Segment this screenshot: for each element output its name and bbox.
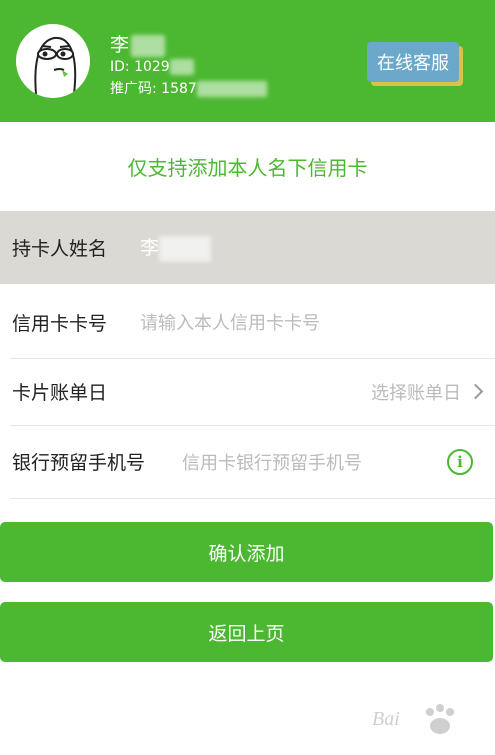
confirm-add-button[interactable]: 确认添加	[0, 522, 493, 582]
holder-name-value: 李	[140, 233, 212, 262]
paw-icon	[426, 704, 454, 734]
baidu-watermark: Bai	[372, 700, 467, 744]
masked-holder-name	[159, 235, 212, 262]
add-credit-card-page: 李 ID: 1029 推广码: 1587 在线客服 仅支持添加本人名下信用卡 持…	[0, 0, 495, 755]
holder-name-row: 持卡人姓名 李	[0, 211, 495, 284]
reserved-phone-input[interactable]: 信用卡银行预留手机号	[182, 449, 362, 475]
user-avatar[interactable]	[16, 24, 90, 98]
go-back-button[interactable]: 返回上页	[0, 602, 493, 662]
cartoon-face-icon	[34, 36, 77, 95]
billing-day-row[interactable]: 卡片账单日 选择账单日	[0, 358, 495, 425]
online-service-button[interactable]: 在线客服	[367, 42, 459, 82]
notice-text: 仅支持添加本人名下信用卡	[127, 156, 368, 180]
masked-promo-code	[196, 81, 267, 97]
holder-name-label: 持卡人姓名	[12, 238, 108, 260]
billing-day-select[interactable]: 选择账单日	[371, 379, 461, 405]
masked-name	[131, 34, 166, 57]
masked-id	[169, 59, 194, 75]
user-promo-code: 推广码: 1587	[110, 78, 267, 98]
info-icon[interactable]: i	[447, 448, 473, 475]
reserved-phone-label: 银行预留手机号	[12, 452, 146, 474]
divider	[10, 498, 495, 499]
card-number-label: 信用卡卡号	[12, 312, 108, 335]
reserved-phone-row[interactable]: 银行预留手机号 信用卡银行预留手机号 i	[0, 425, 495, 498]
billing-day-label: 卡片账单日	[12, 382, 108, 404]
user-name: 李	[110, 30, 166, 57]
chevron-right-icon[interactable]	[467, 383, 484, 400]
user-header: 李 ID: 1029 推广码: 1587 在线客服	[0, 0, 495, 122]
card-number-row[interactable]: 信用卡卡号 请输入本人信用卡卡号	[0, 286, 495, 358]
card-number-input[interactable]: 请输入本人信用卡卡号	[140, 309, 320, 335]
user-id: ID: 1029	[110, 59, 194, 75]
